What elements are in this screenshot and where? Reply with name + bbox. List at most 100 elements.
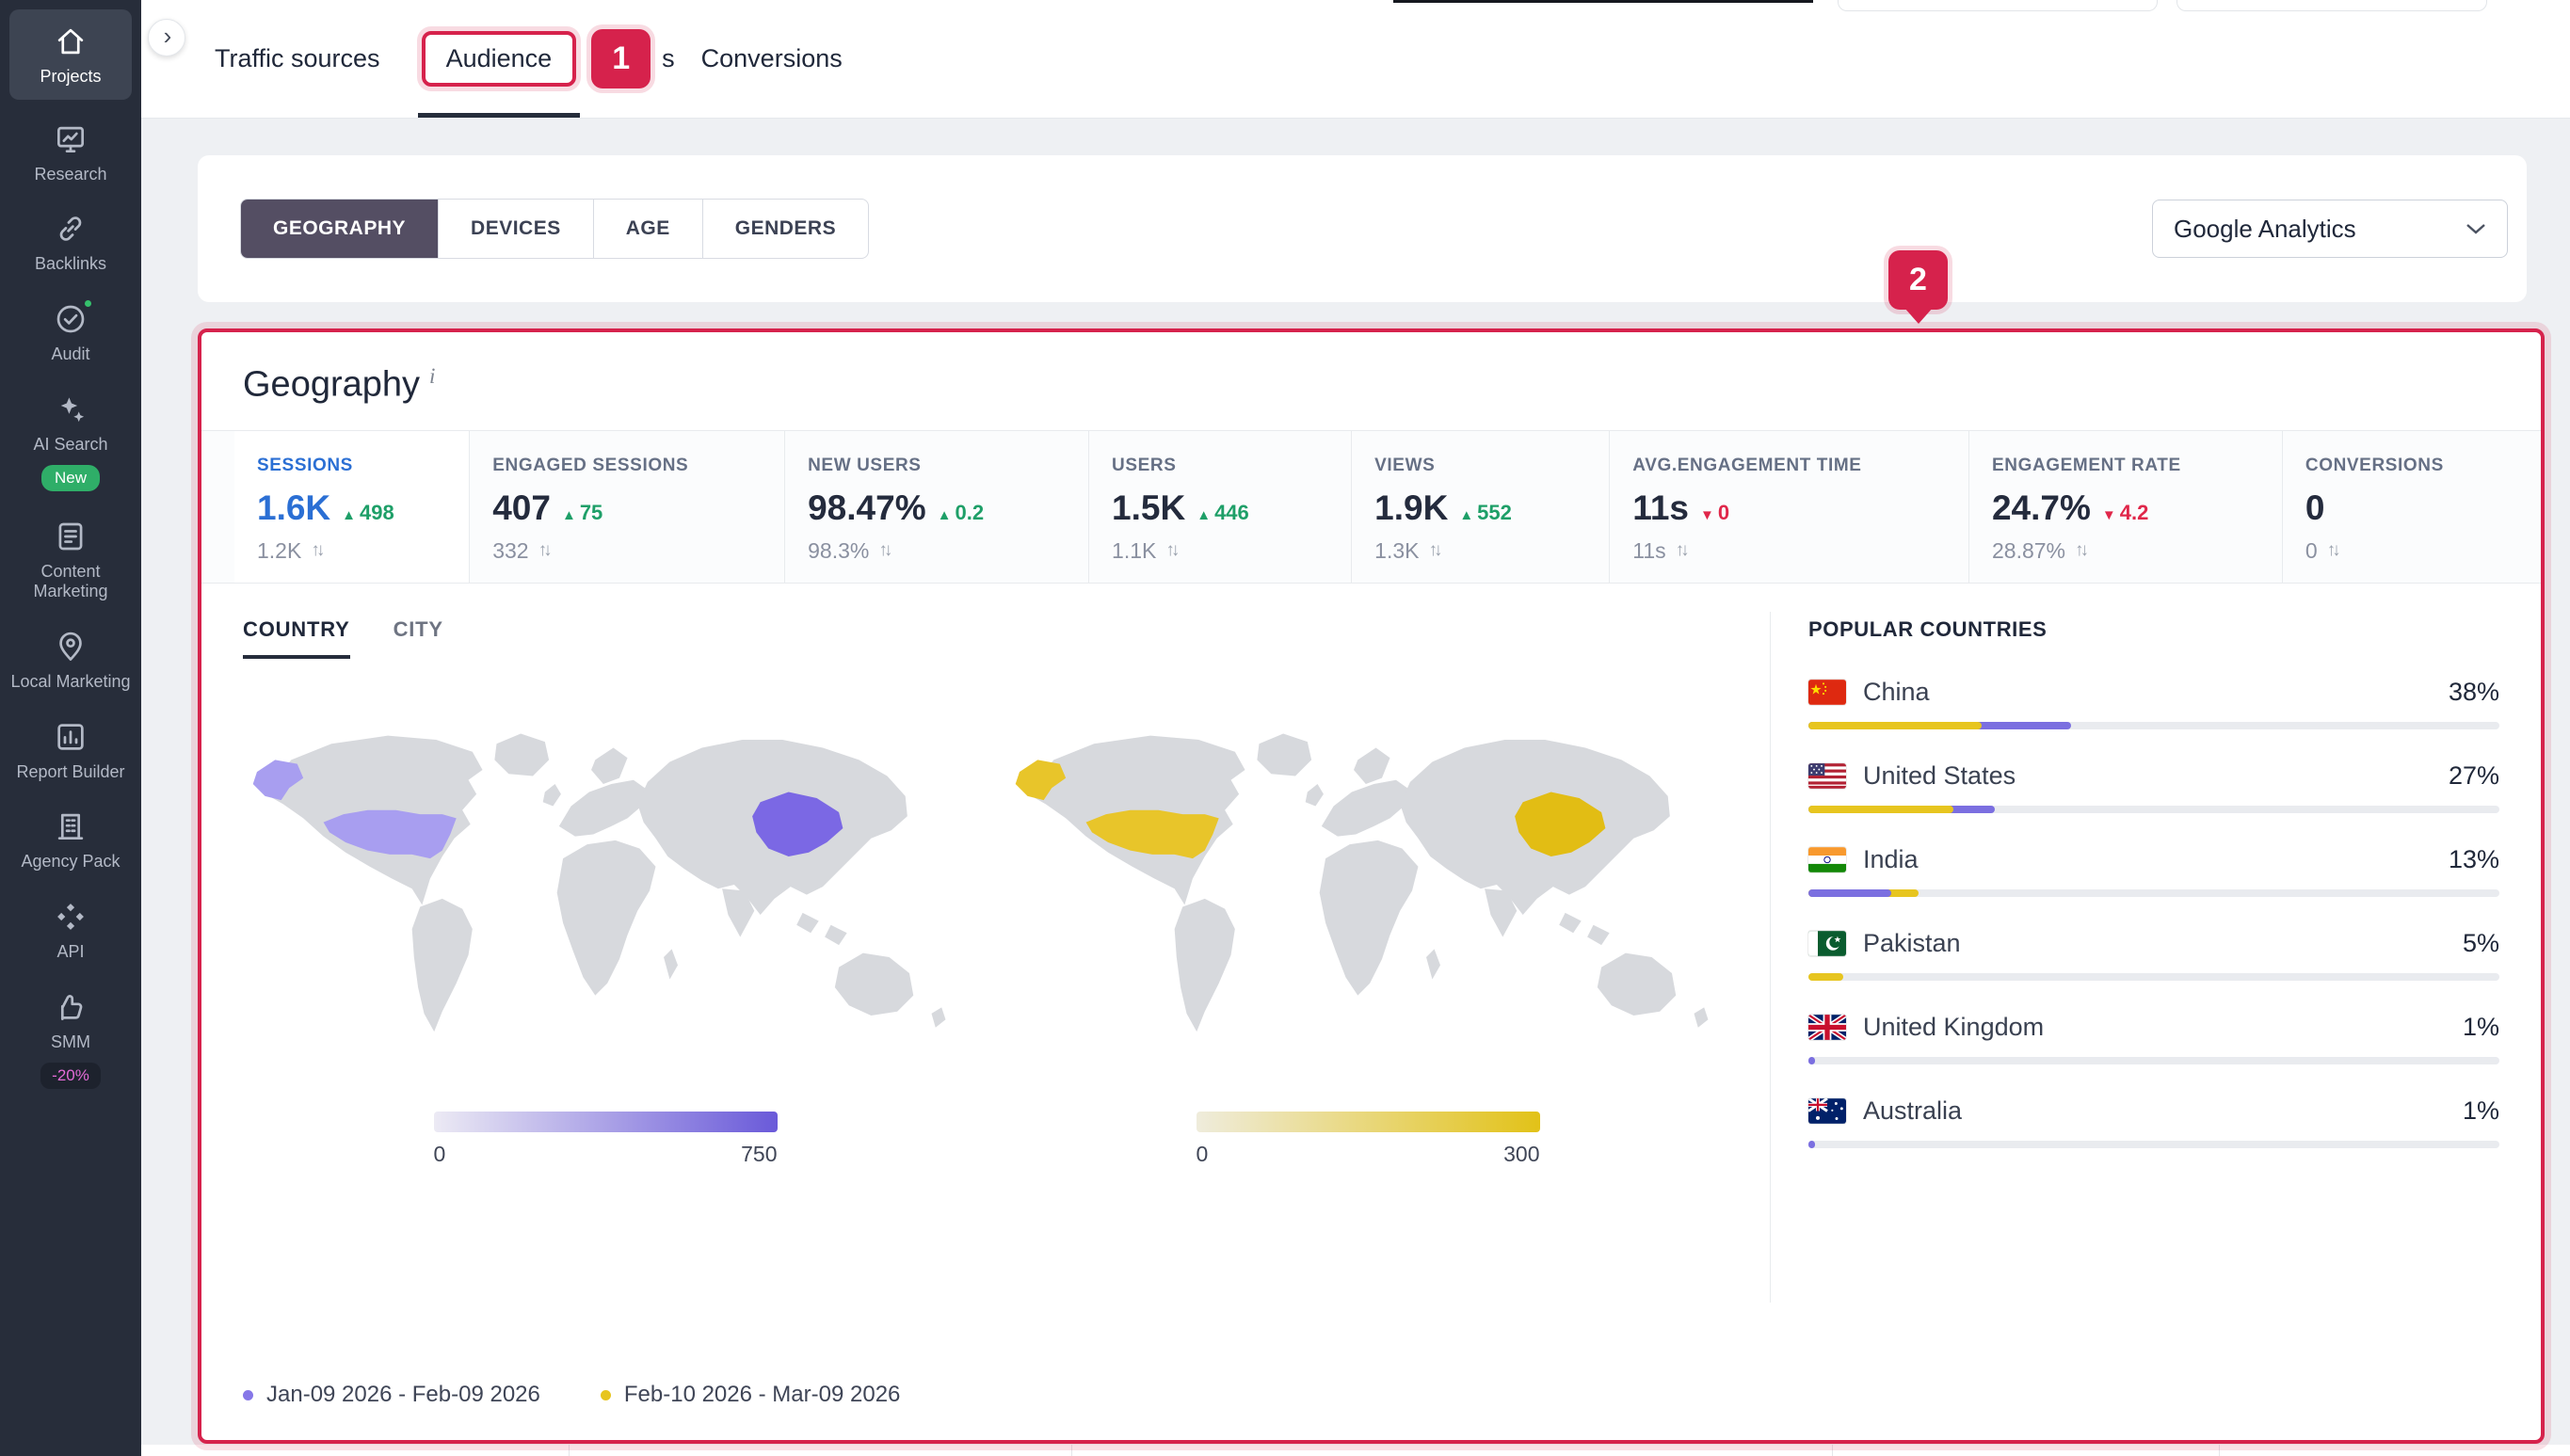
metric-delta: ▲0.2 xyxy=(938,501,984,525)
metric-previous-value: 0 xyxy=(2305,538,2318,564)
sidebar-expand-button[interactable]: › xyxy=(148,19,185,56)
segment-age[interactable]: AGE xyxy=(594,200,703,258)
map-scale-gradient-yellow xyxy=(1197,1112,1540,1132)
sidebar-item-label: Agency Pack xyxy=(21,852,120,872)
metric-value-row: 24.7%▼4.2 xyxy=(1992,488,2259,528)
segment-genders[interactable]: GENDERS xyxy=(703,200,868,258)
metric-engaged-sessions[interactable]: ENGAGED SESSIONS407▲75332↑↓ xyxy=(469,431,784,583)
cropped-element-fragment xyxy=(1393,0,1813,3)
world-map-period-2[interactable] xyxy=(1005,712,1730,1084)
metric-value-row: 1.9K▲552 xyxy=(1374,488,1586,528)
world-map-period-1[interactable] xyxy=(243,712,968,1084)
country-name: United States xyxy=(1863,761,2016,791)
sidebar-item-research[interactable]: Research xyxy=(0,107,141,198)
metric-value: 1.6K xyxy=(257,488,330,528)
metric-views[interactable]: VIEWS1.9K▲5521.3K↑↓ xyxy=(1351,431,1609,583)
triangle-up-icon: ▲ xyxy=(562,507,576,523)
tab-city[interactable]: CITY xyxy=(394,617,443,659)
annotation-step-2-badge: 2 xyxy=(1888,250,1948,310)
online-status-dot xyxy=(83,298,93,309)
sidebar-item-backlinks[interactable]: Backlinks xyxy=(0,197,141,287)
data-source-select[interactable]: Google Analytics xyxy=(2152,200,2508,258)
sidebar-item-content-marketing[interactable]: Content Marketing xyxy=(0,504,141,614)
country-percent: 5% xyxy=(2463,929,2499,958)
sidebar-item-api[interactable]: API xyxy=(0,885,141,975)
country-bar-track xyxy=(1808,973,2499,981)
metric-value: 98.47% xyxy=(808,488,926,528)
metric-label: SESSIONS xyxy=(257,456,446,476)
chevron-down-icon xyxy=(2466,222,2486,235)
sort-arrows-icon[interactable]: ↑↓ xyxy=(1165,540,1176,561)
metric-conversions[interactable]: CONVERSIONS00↑↓ xyxy=(2282,431,2541,583)
annotation-step-2-number: 2 xyxy=(1909,262,1927,298)
building-icon xyxy=(52,808,89,845)
sidebar-item-ai-search[interactable]: AI SearchNew xyxy=(0,377,141,505)
tab-traffic-sources[interactable]: Traffic sources xyxy=(215,44,380,73)
triangle-up-icon: ▲ xyxy=(342,507,356,523)
tab-country[interactable]: COUNTRY xyxy=(243,617,350,659)
tab-audience[interactable]: Audience xyxy=(422,0,577,118)
sidebar-item-audit[interactable]: Audit xyxy=(0,287,141,377)
triangle-up-icon: ▲ xyxy=(938,507,952,523)
metric-value-row: 11s▼0 xyxy=(1632,488,1946,528)
metric-previous-value: 98.3% xyxy=(808,538,869,564)
metric-delta: ▲498 xyxy=(342,501,394,525)
metric-previous-value: 1.2K xyxy=(257,538,301,564)
analytics-tabs: Traffic sources Audience 1 s Conversions xyxy=(141,0,2570,118)
sort-arrows-icon[interactable]: ↑↓ xyxy=(311,540,321,561)
metric-sessions[interactable]: SESSIONS 1.6K ▲498 1.2K ↑↓ xyxy=(234,431,469,583)
country-bar-period-2 xyxy=(1808,806,1953,813)
segment-geography[interactable]: GEOGRAPHY xyxy=(241,200,439,258)
country-percent: 38% xyxy=(2449,678,2499,707)
metric-users[interactable]: USERS1.5K▲4461.1K↑↓ xyxy=(1088,431,1351,583)
metric-label: CONVERSIONS xyxy=(2305,456,2518,476)
sort-arrows-icon[interactable]: ↑↓ xyxy=(1428,540,1438,561)
metric-new-users[interactable]: NEW USERS 98.47% ▲0.2 98.3% ↑↓ xyxy=(784,431,1088,583)
annotation-step-1-badge: 1 xyxy=(591,29,651,88)
metric-delta: ▲446 xyxy=(1197,501,1249,525)
triangle-up-icon: ▲ xyxy=(1459,507,1473,523)
flag-us-icon xyxy=(1808,763,1846,789)
sidebar-item-local-marketing[interactable]: Local Marketing xyxy=(0,615,141,705)
world-map-svg xyxy=(243,712,968,1084)
sort-arrows-icon[interactable]: ↑↓ xyxy=(1676,540,1686,561)
country-row-united-kingdom: United Kingdom1% xyxy=(1808,1013,2499,1064)
metric-previous-row: 332↑↓ xyxy=(492,538,762,564)
flag-pk-icon xyxy=(1808,931,1846,956)
country-name: China xyxy=(1863,678,1930,707)
panel-title: Geographyi xyxy=(243,364,2499,406)
metric-value: 0 xyxy=(2305,488,2325,528)
map-scale-gradient-purple xyxy=(434,1112,778,1132)
country-row-top: United States27% xyxy=(1808,761,2499,791)
thumb-up-icon xyxy=(52,988,89,1026)
sort-arrows-icon[interactable]: ↑↓ xyxy=(2075,540,2085,561)
sort-arrows-icon[interactable]: ↑↓ xyxy=(2327,540,2337,561)
country-bar-track xyxy=(1808,1057,2499,1064)
segment-devices[interactable]: DEVICES xyxy=(439,200,594,258)
metric-previous-row: 1.2K ↑↓ xyxy=(257,538,446,564)
metric-previous-row: 1.3K↑↓ xyxy=(1374,538,1586,564)
flag-au-icon xyxy=(1808,1098,1846,1124)
country-name: India xyxy=(1863,845,1919,874)
metric-delta: ▲552 xyxy=(1459,501,1512,525)
data-source-value: Google Analytics xyxy=(2174,215,2356,244)
sort-arrows-icon[interactable]: ↑↓ xyxy=(538,540,549,561)
metric-delta: ▼4.2 xyxy=(2102,501,2148,525)
metric-label: NEW USERS xyxy=(808,456,1066,476)
tab-partially-hidden[interactable]: s xyxy=(662,44,675,73)
scale-min: 0 xyxy=(1197,1142,1209,1167)
sidebar-item-agency-pack[interactable]: Agency Pack xyxy=(0,794,141,885)
sidebar-item-label: Audit xyxy=(51,344,89,364)
sidebar-item-report-builder[interactable]: Report Builder xyxy=(0,705,141,795)
sidebar-item-smm[interactable]: SMM-20% xyxy=(0,975,141,1103)
metric-avg-engagement-time[interactable]: AVG.ENGAGEMENT TIME11s▼011s↑↓ xyxy=(1609,431,1968,583)
tab-conversions[interactable]: Conversions xyxy=(701,44,843,73)
info-icon[interactable]: i xyxy=(429,364,435,388)
sidebar-item-projects[interactable]: Projects xyxy=(9,9,132,100)
metric-engagement-rate[interactable]: ENGAGEMENT RATE24.7%▼4.228.87%↑↓ xyxy=(1968,431,2282,583)
country-bar-period-1 xyxy=(1808,889,1891,897)
map-pin-icon xyxy=(52,628,89,665)
sort-arrows-icon[interactable]: ↑↓ xyxy=(878,540,889,561)
analytics-tabs-bar: Traffic sources Audience 1 s Conversions xyxy=(141,0,2570,119)
country-percent: 13% xyxy=(2449,845,2499,874)
